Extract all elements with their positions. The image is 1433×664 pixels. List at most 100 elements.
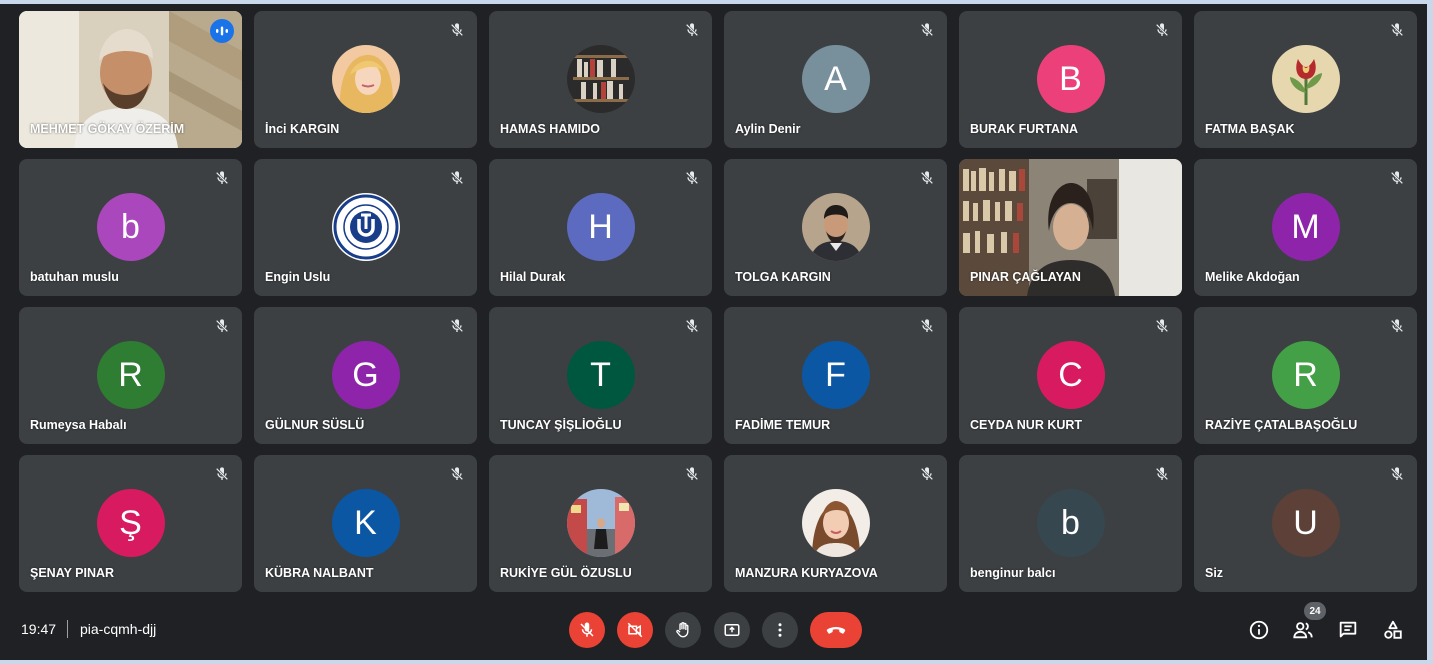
window-top-edge bbox=[0, 0, 1433, 4]
participant-tile-gulnur-suslu[interactable]: G GÜLNUR SÜSLÜ bbox=[254, 307, 477, 444]
participant-tile-tuncay-sislioglu[interactable]: T TUNCAY ŞİŞLİOĞLU bbox=[489, 307, 712, 444]
participant-tile-pinar-caglayan[interactable]: PINAR ÇAĞLAYAN bbox=[959, 159, 1182, 296]
participant-tile-tolga-kargin[interactable]: TOLGA KARGIN bbox=[724, 159, 947, 296]
participant-tile-ceyda-nur-kurt[interactable]: C CEYDA NUR KURT bbox=[959, 307, 1182, 444]
mic-muted-icon bbox=[1154, 466, 1170, 482]
participant-name: İnci KARGIN bbox=[265, 122, 340, 136]
mic-muted-icon bbox=[684, 170, 700, 186]
participant-tile-batuhan-muslu[interactable]: b batuhan muslu bbox=[19, 159, 242, 296]
mic-muted-icon bbox=[919, 22, 935, 38]
leave-call-button[interactable] bbox=[810, 612, 862, 648]
mic-muted-icon bbox=[449, 466, 465, 482]
participant-tile-burak-furtana[interactable]: B BURAK FURTANA bbox=[959, 11, 1182, 148]
participant-tile-raziye-catalbasoglu[interactable]: R RAZİYE ÇATALBAŞOĞLU bbox=[1194, 307, 1417, 444]
mic-muted-icon bbox=[684, 22, 700, 38]
people-button[interactable] bbox=[1290, 617, 1316, 643]
participant-name: RUKİYE GÜL ÖZUSLU bbox=[500, 566, 632, 580]
bottom-bar: 19:47 pia-cqmh-djj 24 bbox=[0, 602, 1427, 658]
mic-muted-icon bbox=[1154, 318, 1170, 334]
camera-off-icon bbox=[627, 622, 643, 638]
avatar-initial: M bbox=[1271, 193, 1340, 261]
participant-tile-senay-pinar[interactable]: Ş ŞENAY PINAR bbox=[19, 455, 242, 592]
mic-off-icon bbox=[580, 622, 594, 637]
participant-tile-hamas-hamido[interactable]: HAMAS HAMIDO bbox=[489, 11, 712, 148]
divider bbox=[67, 620, 68, 638]
mic-muted-icon bbox=[449, 170, 465, 186]
participant-tile-fadime-temur[interactable]: F FADİME TEMUR bbox=[724, 307, 947, 444]
participant-name: Melike Akdoğan bbox=[1205, 270, 1300, 284]
info-icon bbox=[1249, 620, 1269, 640]
avatar bbox=[801, 489, 870, 557]
people-count-badge: 24 bbox=[1304, 602, 1326, 620]
participant-tile-kubra-nalbant[interactable]: K KÜBRA NALBANT bbox=[254, 455, 477, 592]
avatar-initial: G bbox=[331, 341, 400, 409]
more-vert-icon bbox=[778, 623, 782, 637]
clock: 19:47 bbox=[21, 621, 57, 637]
mic-off-button[interactable] bbox=[569, 612, 605, 648]
mic-muted-icon bbox=[919, 170, 935, 186]
avatar bbox=[1271, 45, 1340, 113]
avatar bbox=[331, 193, 400, 261]
mic-muted-icon bbox=[214, 318, 230, 334]
participant-tile-melike-akdogan[interactable]: M Melike Akdoğan bbox=[1194, 159, 1417, 296]
participant-tile-rukiye-gul-ozuslu[interactable]: RUKİYE GÜL ÖZUSLU bbox=[489, 455, 712, 592]
avatar-initial: b bbox=[96, 193, 165, 261]
participant-name: ŞENAY PINAR bbox=[30, 566, 115, 580]
participant-name: Aylin Denir bbox=[735, 122, 801, 136]
avatar-initial: A bbox=[801, 45, 870, 113]
activities-button[interactable] bbox=[1380, 617, 1406, 643]
participant-tile-manzura-kuryazova[interactable]: MANZURA KURYAZOVA bbox=[724, 455, 947, 592]
avatar-initial: Ş bbox=[96, 489, 165, 557]
mic-muted-icon bbox=[684, 318, 700, 334]
hand-icon bbox=[676, 621, 689, 638]
participant-name: MEHMET GÖKAY ÖZERİM bbox=[30, 122, 185, 136]
info-button[interactable] bbox=[1246, 617, 1272, 643]
avatar bbox=[801, 193, 870, 261]
participant-tile-mehmet-gokay-ozerim[interactable]: MEHMET GÖKAY ÖZERİM bbox=[19, 11, 242, 148]
chat-button[interactable] bbox=[1335, 617, 1361, 643]
participant-name: CEYDA NUR KURT bbox=[970, 418, 1083, 432]
avatar-initial: K bbox=[331, 489, 400, 557]
avatar bbox=[566, 45, 635, 113]
raise-hand-button[interactable] bbox=[665, 612, 701, 648]
participant-name: TOLGA KARGIN bbox=[735, 270, 831, 284]
participant-tile-engin-uslu[interactable]: Engin Uslu bbox=[254, 159, 477, 296]
participant-name: PINAR ÇAĞLAYAN bbox=[970, 270, 1081, 284]
participant-name: Rumeysa Habalı bbox=[30, 418, 127, 432]
phone-hangup-icon bbox=[826, 627, 846, 634]
avatar-initial: F bbox=[801, 341, 870, 409]
mic-muted-icon bbox=[919, 318, 935, 334]
participant-name: GÜLNUR SÜSLÜ bbox=[265, 418, 365, 432]
present-screen-button[interactable] bbox=[714, 612, 750, 648]
mic-muted-icon bbox=[214, 170, 230, 186]
avatar-initial: R bbox=[96, 341, 165, 409]
avatar-initial: U bbox=[1271, 489, 1340, 557]
participant-name: KÜBRA NALBANT bbox=[265, 566, 374, 580]
mic-muted-icon bbox=[1389, 466, 1405, 482]
present-icon bbox=[724, 624, 740, 636]
participant-tile-hilal-durak[interactable]: H Hilal Durak bbox=[489, 159, 712, 296]
participant-tile-inci-kargin[interactable]: İnci KARGIN bbox=[254, 11, 477, 148]
participant-tile-benginur-balci[interactable]: b benginur balcı bbox=[959, 455, 1182, 592]
participant-tile-rumeysa-habali[interactable]: R Rumeysa Habalı bbox=[19, 307, 242, 444]
avatar-initial: b bbox=[1036, 489, 1105, 557]
participant-name: benginur balcı bbox=[970, 566, 1056, 580]
participant-name: MANZURA KURYAZOVA bbox=[735, 566, 878, 580]
participant-name: Hilal Durak bbox=[500, 270, 566, 284]
avatar-initial: B bbox=[1036, 45, 1105, 113]
more-options-button[interactable] bbox=[762, 612, 798, 648]
participant-name: RAZİYE ÇATALBAŞOĞLU bbox=[1205, 418, 1358, 432]
window-right-edge bbox=[1427, 0, 1433, 664]
participant-tile-fatma-basak[interactable]: FATMA BAŞAK bbox=[1194, 11, 1417, 148]
camera-off-button[interactable] bbox=[617, 612, 653, 648]
participant-name: FATMA BAŞAK bbox=[1205, 122, 1295, 136]
mic-muted-icon bbox=[919, 466, 935, 482]
participant-tile-siz[interactable]: U Siz bbox=[1194, 455, 1417, 592]
speaking-indicator-icon bbox=[210, 19, 234, 43]
participant-tile-aylin-denir[interactable]: A Aylin Denir bbox=[724, 11, 947, 148]
people-icon bbox=[1293, 622, 1313, 639]
mic-muted-icon bbox=[449, 22, 465, 38]
window-bottom-edge bbox=[0, 660, 1433, 664]
mic-muted-icon bbox=[449, 318, 465, 334]
participant-name: TUNCAY ŞİŞLİOĞLU bbox=[500, 418, 622, 432]
